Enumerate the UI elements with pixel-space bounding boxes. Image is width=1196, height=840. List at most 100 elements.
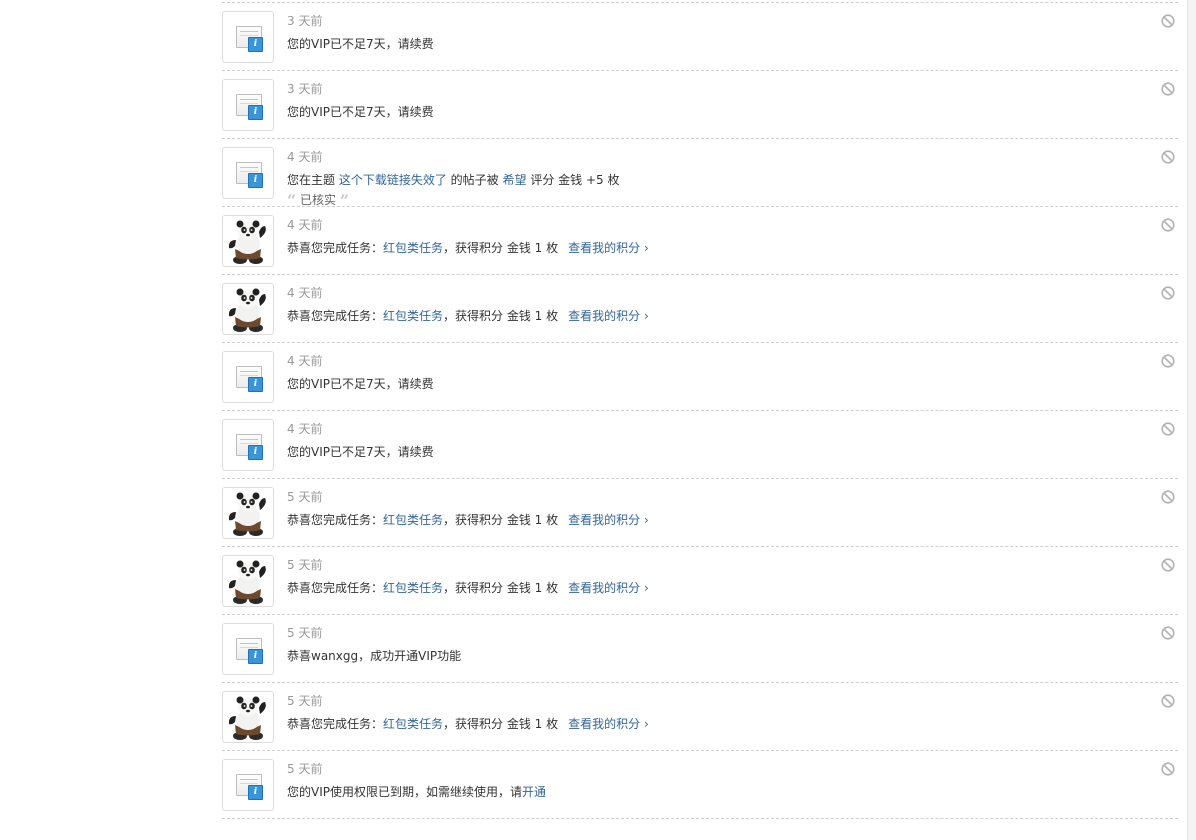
notice-item: 4 天前 恭喜您完成任务：红包类任务，获得积分 金钱 1 枚查看我的积分 › xyxy=(222,207,1178,275)
ignore-notice-icon[interactable] xyxy=(1161,626,1175,640)
notice-link[interactable]: 红包类任务 xyxy=(383,581,443,595)
notice-item: 5 天前恭喜您完成任务：红包类任务，获得积分 金钱 1 枚查看我的积分 › xyxy=(222,683,1178,751)
notice-text: 评分 金钱 +5 枚 xyxy=(526,173,620,187)
info-icon: i xyxy=(248,377,263,392)
notice-link[interactable]: 查看我的积分 › xyxy=(568,717,649,731)
panda-avatar[interactable] xyxy=(222,691,274,743)
notice-link[interactable]: 查看我的积分 › xyxy=(568,581,649,595)
quote-text: 已核实 xyxy=(300,193,337,207)
notice-text: 恭喜您完成任务： xyxy=(287,581,384,595)
page: i 3 天前 您的VIP已不足7天，请续费 i 3 天前 您的VIP已不足7天，请续… xyxy=(0,0,1196,840)
ignore-notice-icon[interactable] xyxy=(1161,762,1175,776)
notice-time: 4 天前 xyxy=(287,150,323,164)
notice-item: i 3 天前您的VIP已不足7天，请续费 xyxy=(222,71,1178,139)
notice-link[interactable]: 查看我的积分 › xyxy=(568,241,649,255)
notice-text: ，获得积分 金钱 1 枚 xyxy=(443,581,559,595)
ignore-notice-icon[interactable] xyxy=(1161,14,1175,28)
notice-item: i 4 天前您的VIP已不足7天，请续费 xyxy=(222,411,1178,479)
panda-icon xyxy=(228,560,266,604)
notice-time: 4 天前 xyxy=(287,286,323,300)
notice-message: 恭喜您完成任务：红包类任务，获得积分 金钱 1 枚查看我的积分 › xyxy=(287,239,649,256)
panda-icon xyxy=(228,220,266,264)
notice-text: 您的VIP已不足7天，请续费 xyxy=(287,445,434,459)
system-notice-avatar: i xyxy=(222,419,274,471)
ignore-notice-icon[interactable] xyxy=(1161,422,1175,436)
notice-message: 恭喜您完成任务：红包类任务，获得积分 金钱 1 枚查看我的积分 › xyxy=(287,511,649,528)
notice-time: 5 天前 xyxy=(287,694,323,708)
ignore-notice-icon[interactable] xyxy=(1161,150,1175,164)
notice-message: 恭喜您完成任务：红包类任务，获得积分 金钱 1 枚查看我的积分 › xyxy=(287,579,649,596)
system-notice-avatar: i xyxy=(222,623,274,675)
ignore-notice-icon[interactable] xyxy=(1161,558,1175,572)
info-icon: i xyxy=(248,445,263,460)
notice-link[interactable]: 查看我的积分 › xyxy=(568,309,649,323)
notice-link[interactable]: 查看我的积分 › xyxy=(568,513,649,527)
panda-avatar[interactable] xyxy=(222,487,274,539)
notice-item: i 4 天前您的VIP已不足7天，请续费 xyxy=(222,343,1178,411)
info-icon: i xyxy=(248,105,263,120)
notice-text: 您的VIP使用权限已到期，如需继续使用，请 xyxy=(287,785,522,799)
notice-text: 恭喜您完成任务： xyxy=(287,241,384,255)
notice-time: 4 天前 xyxy=(287,354,323,368)
ignore-notice-icon[interactable] xyxy=(1161,490,1175,504)
notice-message: 恭喜wanxgg，成功开通VIP功能 xyxy=(287,647,461,664)
notice-time: 5 天前 xyxy=(287,762,323,776)
notice-message: 您在主题 这个下载链接失效了 的帖子被 希望 评分 金钱 +5 枚 xyxy=(287,171,619,188)
notice-message: 您的VIP已不足7天，请续费 xyxy=(287,375,434,392)
notice-time: 4 天前 xyxy=(287,422,323,436)
notice-text: 恭喜您完成任务： xyxy=(287,513,384,527)
notice-link[interactable]: 红包类任务 xyxy=(383,309,443,323)
panda-avatar[interactable] xyxy=(222,555,274,607)
system-notice-avatar: i xyxy=(222,147,274,199)
notice-message: 恭喜您完成任务：红包类任务，获得积分 金钱 1 枚查看我的积分 › xyxy=(287,307,649,324)
notice-item: 5 天前恭喜您完成任务：红包类任务，获得积分 金钱 1 枚查看我的积分 › xyxy=(222,547,1178,615)
panda-icon xyxy=(228,696,266,740)
notice-text: ，获得积分 金钱 1 枚 xyxy=(443,717,559,731)
ignore-notice-icon[interactable] xyxy=(1161,218,1175,232)
panda-avatar[interactable] xyxy=(222,283,274,335)
notice-message: 您的VIP已不足7天，请续费 xyxy=(287,103,434,120)
notice-message: 恭喜您完成任务：红包类任务，获得积分 金钱 1 枚查看我的积分 › xyxy=(287,715,649,732)
notice-text: ，获得积分 金钱 1 枚 xyxy=(443,241,559,255)
notice-item: 4 天前恭喜您完成任务：红包类任务，获得积分 金钱 1 枚查看我的积分 › xyxy=(222,275,1178,343)
info-icon: i xyxy=(248,785,263,800)
notice-item: i 5 天前您的VIP使用权限已到期，如需继续使用，请开通 xyxy=(222,751,1178,819)
notice-link[interactable]: 红包类任务 xyxy=(383,717,443,731)
notice-time: 5 天前 xyxy=(287,626,323,640)
notice-text: ，获得积分 金钱 1 枚 xyxy=(443,513,559,527)
notice-link[interactable]: 希望 xyxy=(502,173,526,187)
ignore-notice-icon[interactable] xyxy=(1161,354,1175,368)
system-notice-avatar: i xyxy=(222,79,274,131)
notice-link[interactable]: 开通 xyxy=(522,785,546,799)
ignore-notice-icon[interactable] xyxy=(1161,286,1175,300)
notice-item: 5 天前 恭喜您完成任务：红包类任务，获得积分 金钱 1 枚查看我的积分 › xyxy=(222,479,1178,547)
panda-avatar[interactable] xyxy=(222,215,274,267)
panda-icon xyxy=(228,492,266,536)
notice-message: 您的VIP已不足7天，请续费 xyxy=(287,35,434,52)
system-notice-avatar: i xyxy=(222,759,274,811)
notice-message: 您的VIP使用权限已到期，如需继续使用，请开通 xyxy=(287,783,546,800)
panda-icon xyxy=(228,288,266,332)
notice-text: ，获得积分 金钱 1 枚 xyxy=(443,309,559,323)
notice-text: 您的VIP已不足7天，请续费 xyxy=(287,105,434,119)
notice-item: i 4 天前 您在主题 这个下载链接失效了 的帖子被 希望 评分 金钱 +5 枚 “… xyxy=(222,139,1178,210)
info-icon: i xyxy=(248,173,263,188)
notice-time: 3 天前 xyxy=(287,14,323,28)
notice-text: 的帖子被 xyxy=(446,173,503,187)
notice-list: i 3 天前 您的VIP已不足7天，请续费 i 3 天前 您的VIP已不足7天，请续… xyxy=(222,2,1178,819)
notice-text: 恭喜wanxgg，成功开通VIP功能 xyxy=(287,649,462,663)
notice-time: 3 天前 xyxy=(287,82,323,96)
ignore-notice-icon[interactable] xyxy=(1161,694,1175,708)
notice-text: 您在主题 xyxy=(287,173,339,187)
notice-time: 5 天前 xyxy=(287,558,323,572)
ignore-notice-icon[interactable] xyxy=(1161,82,1175,96)
notice-link[interactable]: 红包类任务 xyxy=(383,241,443,255)
notice-link[interactable]: 红包类任务 xyxy=(383,513,443,527)
notice-text: 您的VIP已不足7天，请续费 xyxy=(287,37,434,51)
notice-message: 您的VIP已不足7天，请续费 xyxy=(287,443,434,460)
notice-text: 恭喜您完成任务： xyxy=(287,309,384,323)
scrollbar[interactable] xyxy=(1187,0,1196,840)
notice-text: 恭喜您完成任务： xyxy=(287,717,384,731)
notice-link[interactable]: 这个下载链接失效了 xyxy=(339,173,447,187)
system-notice-avatar: i xyxy=(222,11,274,63)
